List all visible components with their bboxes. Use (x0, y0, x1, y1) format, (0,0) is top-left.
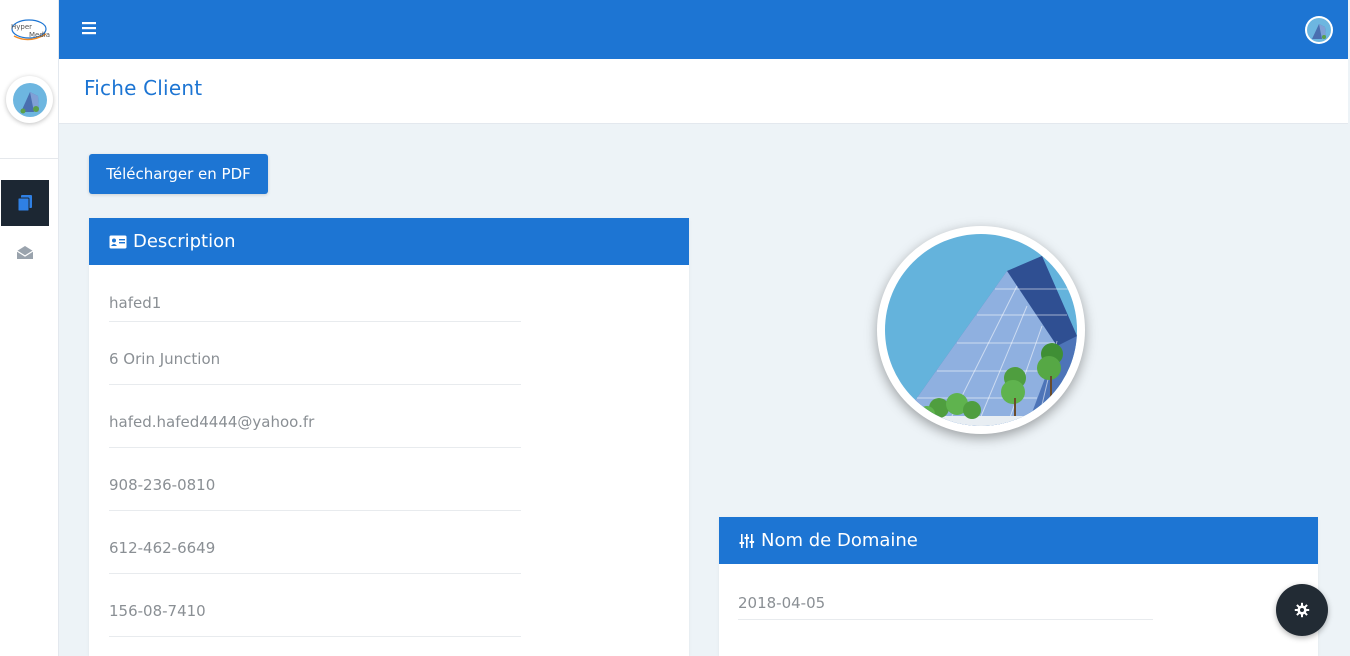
envelope-open-icon (16, 246, 34, 259)
description-title: Description (133, 231, 236, 252)
field-name: hafed1 (109, 265, 521, 322)
field-address: 6 Orin Junction (109, 322, 521, 385)
file-icon (17, 195, 32, 212)
id-card-icon (109, 235, 127, 248)
topbar (59, 0, 1348, 59)
logo-text-hyper: Hyper (11, 23, 32, 31)
logo-text-media: Media (29, 31, 50, 39)
user-avatar[interactable] (1305, 16, 1333, 44)
description-card-header: Description (89, 218, 689, 265)
page-header: Fiche Client (59, 59, 1348, 124)
field-email: hafed.hafed4444@yahoo.fr (109, 385, 521, 448)
field-domain-date: 2018-04-05 (738, 564, 1153, 620)
menu-toggle-button[interactable] (81, 20, 97, 36)
domain-title: Nom de Domaine (761, 530, 918, 551)
gear-icon (1294, 602, 1310, 618)
download-pdf-button[interactable]: Télécharger en PDF (89, 154, 268, 194)
field-phone-1: 908-236-0810 (109, 448, 521, 511)
settings-button[interactable] (1276, 584, 1328, 636)
sidebar-item-documents[interactable] (1, 180, 49, 226)
brand-logo[interactable]: Hyper Media (8, 14, 50, 46)
description-card: Description hafed1 6 Orin Junction hafed… (89, 218, 689, 656)
field-phone-2: 612-462-6649 (109, 511, 521, 574)
sidebar-item-mail[interactable] (1, 229, 49, 275)
domain-card-header: Nom de Domaine (719, 517, 1318, 564)
domain-card: Nom de Domaine 2018-04-05 (719, 517, 1318, 656)
sidebar: Hyper Media (0, 0, 59, 656)
bars-icon (82, 22, 96, 35)
sidebar-avatar[interactable] (6, 76, 53, 123)
sliders-icon (739, 533, 755, 548)
sidebar-divider (0, 158, 59, 159)
page-title: Fiche Client (84, 76, 203, 100)
client-photo (877, 226, 1085, 434)
field-id-number: 156-08-7410 (109, 574, 521, 637)
description-fields: hafed1 6 Orin Junction hafed.hafed4444@y… (89, 265, 689, 637)
